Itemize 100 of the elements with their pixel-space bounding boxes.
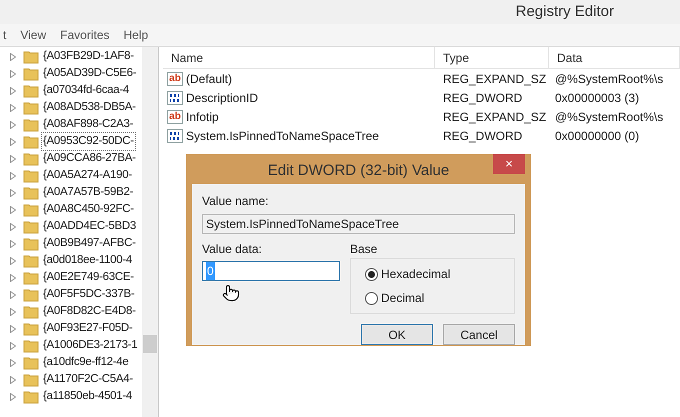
table-cell-text: REG_EXPAND_SZ bbox=[442, 70, 548, 88]
column-header[interactable]: Data bbox=[549, 47, 680, 68]
expand-arrow-icon[interactable] bbox=[10, 154, 16, 162]
expand-arrow-icon[interactable] bbox=[10, 138, 16, 146]
folder-icon bbox=[23, 304, 39, 318]
column-header[interactable]: Name bbox=[163, 47, 435, 68]
expand-arrow-icon[interactable] bbox=[10, 256, 16, 264]
table-cell-text: REG_DWORD bbox=[442, 90, 524, 106]
group-label: Base bbox=[350, 241, 378, 258]
folder-icon bbox=[23, 220, 39, 234]
dialog-title: Edit DWORD (32-bit) Value bbox=[268, 161, 450, 181]
menu-item[interactable]: Favorites bbox=[60, 26, 110, 44]
tree-item[interactable]: {A03FB29D-1AF8- bbox=[42, 48, 135, 66]
tree-item[interactable]: {A08AF898-C2A3- bbox=[42, 116, 134, 134]
expand-arrow-icon[interactable] bbox=[10, 52, 16, 60]
tree-item[interactable]: {A0F8D82C-E4D8- bbox=[42, 302, 137, 320]
folder-icon bbox=[23, 270, 39, 284]
expand-arrow-icon[interactable] bbox=[10, 392, 16, 400]
window-title: Registry Editor bbox=[516, 2, 614, 22]
expand-arrow-icon[interactable] bbox=[10, 172, 16, 180]
radio-option[interactable]: Hexadecimal bbox=[365, 265, 500, 283]
folder-icon bbox=[23, 338, 39, 352]
tree-item[interactable]: {A0E2E749-63CE- bbox=[42, 268, 135, 286]
radio-option[interactable]: Decimal bbox=[365, 289, 500, 307]
folder-icon bbox=[23, 202, 39, 216]
folder-icon bbox=[23, 66, 39, 80]
tree-item[interactable]: {A1006DE3-2173-1 bbox=[42, 336, 138, 354]
tree-item[interactable]: {A1170F2C-C5A4- bbox=[42, 370, 134, 388]
expand-arrow-icon[interactable] bbox=[10, 104, 16, 112]
expand-arrow-icon[interactable] bbox=[10, 120, 16, 128]
tree-item[interactable]: {A08AD538-DB5A- bbox=[42, 98, 137, 116]
table-cell-text: Infotip bbox=[186, 108, 219, 126]
radio-button[interactable] bbox=[365, 292, 378, 304]
tree-item[interactable]: {a07034fd-6caa-4 bbox=[42, 82, 130, 100]
ok-button[interactable]: OK bbox=[361, 324, 433, 345]
table-cell-text: @%SystemRoot%\s bbox=[554, 108, 664, 126]
tree-item[interactable]: {A09CCA86-27BA- bbox=[42, 150, 137, 168]
cancel-button[interactable]: Cancel bbox=[443, 324, 515, 345]
table-cell-text: REG_EXPAND_SZ bbox=[442, 108, 548, 126]
table-cell-text: 0x00000003 (3) bbox=[554, 90, 640, 106]
folder-icon bbox=[23, 372, 39, 386]
expand-arrow-icon[interactable] bbox=[10, 70, 16, 78]
expand-arrow-icon[interactable] bbox=[10, 274, 16, 282]
tree-item[interactable]: {a0d018ee-1100-4 bbox=[42, 252, 133, 270]
tree-item[interactable]: {a10dfc9e-ff12-4e bbox=[42, 354, 130, 372]
menu-item[interactable]: View bbox=[20, 26, 46, 44]
close-button[interactable]: × bbox=[493, 154, 525, 174]
scrollbar[interactable] bbox=[142, 47, 158, 417]
tree-item[interactable]: {A0ADD4EC-5BD3 bbox=[42, 218, 137, 236]
tree-item[interactable]: {A05AD39D-C5E6- bbox=[42, 64, 138, 82]
tree-item[interactable]: {A0F93E27-F05D- bbox=[42, 320, 134, 338]
tree-item[interactable]: {A0A7A57B-59B2- bbox=[42, 184, 134, 202]
radio-button[interactable] bbox=[365, 268, 378, 280]
tree-item[interactable]: {A0B9B497-AFBC- bbox=[42, 234, 137, 252]
tree-item[interactable]: {A0F5F5DC-337B- bbox=[42, 286, 136, 304]
folder-icon bbox=[23, 118, 39, 132]
folder-icon bbox=[23, 236, 39, 250]
string-value-icon: ab bbox=[167, 72, 183, 86]
folder-icon bbox=[23, 100, 39, 114]
scroll-thumb[interactable] bbox=[143, 335, 157, 353]
expand-arrow-icon[interactable] bbox=[10, 86, 16, 94]
binary-value-icon bbox=[167, 128, 183, 142]
expand-arrow-icon[interactable] bbox=[10, 240, 16, 248]
table-cell-text: (Default) bbox=[186, 70, 232, 88]
expand-arrow-icon[interactable] bbox=[10, 342, 16, 350]
expand-arrow-icon[interactable] bbox=[10, 222, 16, 230]
tree-item[interactable]: {A0A5A274-A190- bbox=[42, 166, 133, 184]
expand-arrow-icon[interactable] bbox=[10, 206, 16, 214]
expand-arrow-icon[interactable] bbox=[10, 308, 16, 316]
table-cell-text: REG_DWORD bbox=[442, 128, 524, 144]
folder-icon bbox=[23, 186, 39, 200]
tree-item[interactable]: {A0A8C450-92FC- bbox=[42, 200, 135, 218]
table-cell-text: System.IsPinnedToNameSpaceTree bbox=[186, 128, 379, 144]
value-name-field[interactable]: System.IsPinnedToNameSpaceTree bbox=[202, 214, 515, 234]
tree-item[interactable]: {a11850eb-4501-4 bbox=[42, 388, 133, 406]
folder-icon bbox=[23, 322, 39, 336]
tree-item[interactable]: {A0953C92-50DC- bbox=[42, 132, 135, 150]
table-cell-text: 0x00000000 (0) bbox=[554, 128, 640, 144]
binary-value-icon bbox=[167, 90, 183, 104]
string-value-icon: ab bbox=[167, 110, 183, 124]
expand-arrow-icon[interactable] bbox=[10, 324, 16, 332]
folder-icon bbox=[23, 134, 39, 148]
folder-icon bbox=[23, 152, 39, 166]
table-cell-text: @%SystemRoot%\s bbox=[554, 70, 664, 88]
folder-icon bbox=[23, 168, 39, 182]
folder-icon bbox=[23, 356, 39, 370]
folder-icon bbox=[23, 84, 39, 98]
folder-icon bbox=[23, 390, 39, 404]
field-label: Value data: bbox=[202, 241, 263, 258]
expand-arrow-icon[interactable] bbox=[10, 290, 16, 298]
expand-arrow-icon[interactable] bbox=[10, 358, 16, 366]
menu-item[interactable]: t bbox=[3, 26, 6, 44]
menu-item[interactable]: Help bbox=[124, 26, 148, 44]
column-header[interactable]: Type bbox=[435, 47, 549, 68]
table-cell-text: DescriptionID bbox=[186, 90, 258, 106]
folder-icon bbox=[23, 288, 39, 302]
expand-arrow-icon[interactable] bbox=[10, 376, 16, 384]
field-label: Value name: bbox=[202, 193, 270, 210]
expand-arrow-icon[interactable] bbox=[10, 188, 16, 196]
folder-icon bbox=[23, 254, 39, 268]
